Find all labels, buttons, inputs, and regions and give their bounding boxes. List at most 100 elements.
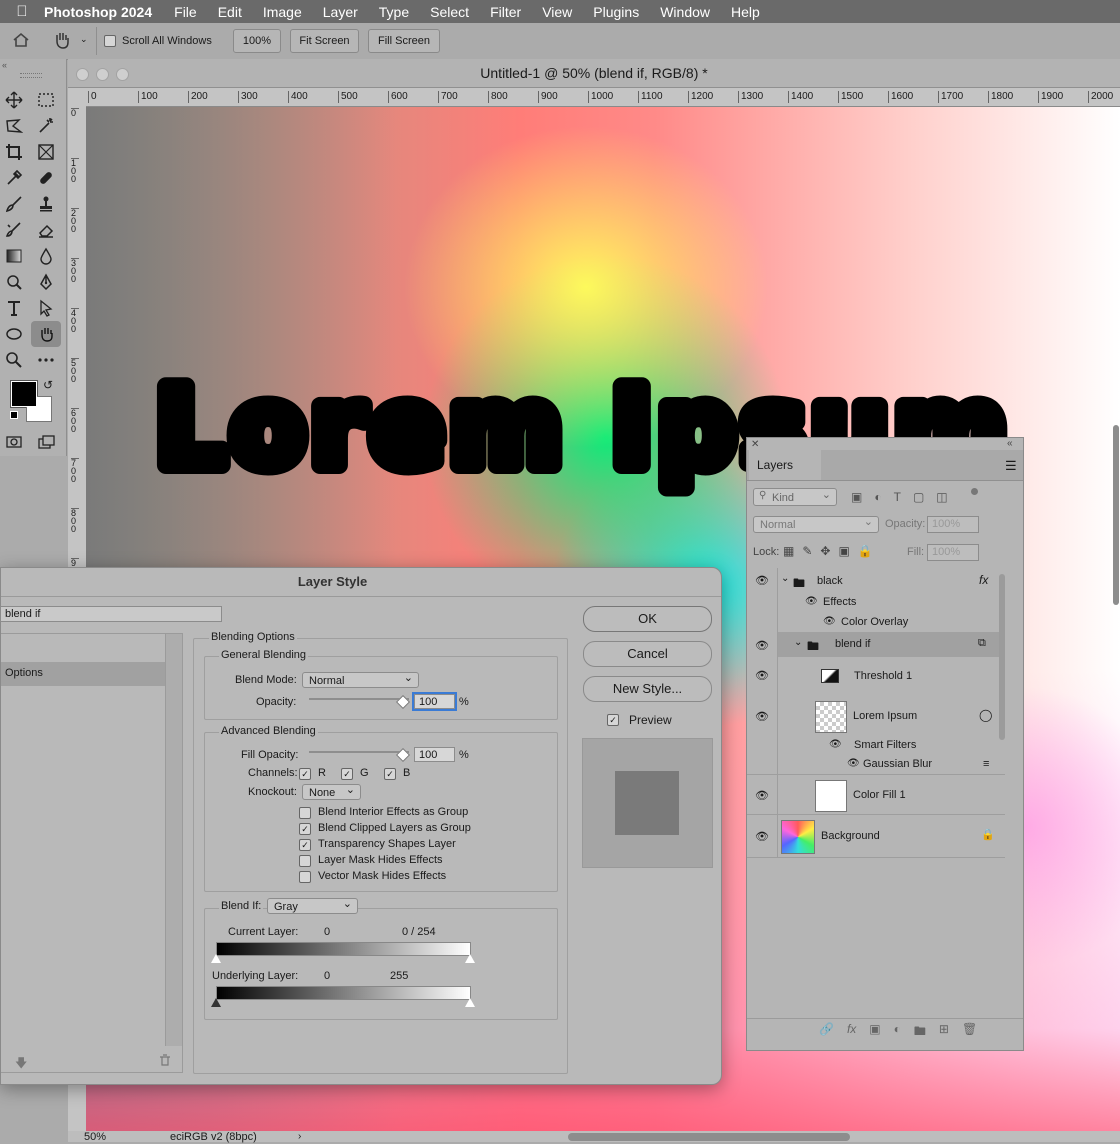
eye-icon[interactable]: 👁 bbox=[755, 574, 769, 587]
filter-options-icon[interactable]: ≡ bbox=[983, 758, 989, 770]
menu-edit[interactable]: Edit bbox=[218, 4, 242, 20]
shape-filter-icon[interactable]: ▢ bbox=[913, 490, 924, 504]
fill-opacity-input[interactable]: 100 bbox=[414, 747, 455, 762]
layer-row-color-fill[interactable]: 👁 Color Fill 1 bbox=[747, 774, 1005, 815]
current-layer-gradient[interactable] bbox=[216, 942, 471, 956]
chevron-down-icon[interactable]: ⌄ bbox=[781, 573, 789, 584]
eye-icon[interactable]: 👁 bbox=[755, 669, 769, 682]
blend-interior-checkbox[interactable] bbox=[299, 807, 311, 819]
menu-type[interactable]: Type bbox=[379, 4, 409, 20]
horizontal-ruler[interactable]: 0 100 200 300 400 500 600 700 800 900 1000 1100 1200… bbox=[86, 88, 1120, 107]
opacity-input[interactable]: 100 bbox=[412, 692, 457, 711]
eye-icon[interactable]: 👁 bbox=[755, 789, 769, 802]
history-brush-icon[interactable] bbox=[3, 219, 25, 241]
move-tool-icon[interactable] bbox=[3, 89, 25, 111]
fx-icon[interactable]: fx bbox=[979, 573, 988, 587]
brush-tool-icon[interactable] bbox=[3, 193, 25, 215]
foreground-color-front[interactable] bbox=[11, 381, 37, 407]
menu-filter[interactable]: Filter bbox=[490, 4, 521, 20]
menu-file[interactable]: File bbox=[174, 4, 197, 20]
layer-row-threshold[interactable]: 👁 Threshold 1 bbox=[747, 657, 1005, 695]
fill-opacity-slider[interactable] bbox=[309, 751, 409, 753]
app-menu[interactable]: Photoshop 2024 bbox=[44, 4, 152, 20]
pen-tool-icon[interactable] bbox=[35, 271, 57, 293]
eye-icon[interactable]: 👁 bbox=[847, 758, 860, 769]
type-tool-icon[interactable] bbox=[3, 297, 25, 319]
layer-row-color-overlay[interactable]: 👁 Color Overlay bbox=[747, 612, 1005, 632]
zoom-level[interactable]: 50% bbox=[84, 1131, 106, 1144]
layer-row-background[interactable]: 👁 Background 🔒 bbox=[747, 814, 1005, 858]
channel-r-checkbox[interactable]: ✓ bbox=[299, 768, 311, 780]
eye-icon[interactable]: 👁 bbox=[755, 710, 769, 723]
style-name-input[interactable]: blend if bbox=[0, 606, 222, 622]
new-group-icon[interactable]: 🖿 bbox=[914, 1022, 926, 1043]
close-panel-icon[interactable]: ✕ bbox=[751, 439, 759, 450]
image-filter-icon[interactable]: ▣ bbox=[851, 490, 862, 504]
blend-if-select[interactable]: Gray bbox=[267, 896, 358, 914]
gradient-tool-icon[interactable] bbox=[3, 245, 25, 267]
quick-mask-icon[interactable] bbox=[3, 431, 25, 453]
hand-tool-icon[interactable] bbox=[52, 30, 72, 53]
ok-button[interactable]: OK bbox=[583, 606, 712, 632]
layer-row-gaussian-blur[interactable]: 👁 Gaussian Blur ≡ bbox=[747, 754, 1005, 774]
new-layer-icon[interactable]: ⊞ bbox=[939, 1022, 949, 1043]
grip-handle[interactable] bbox=[20, 73, 42, 78]
adjustment-filter-icon[interactable]: ◐ bbox=[874, 490, 881, 504]
transparency-shapes-checkbox[interactable]: ✓ bbox=[299, 839, 311, 851]
swap-colors-icon[interactable]: ↺ bbox=[43, 378, 53, 392]
move-down-icon[interactable]: 🡇 bbox=[15, 1054, 27, 1075]
underlying-layer-gradient[interactable] bbox=[216, 986, 471, 1000]
cancel-button[interactable]: Cancel bbox=[583, 641, 712, 667]
layer-row-effects[interactable]: 👁 Effects bbox=[747, 592, 1005, 612]
new-adjustment-icon[interactable]: ◐ bbox=[894, 1022, 901, 1043]
zoom-tool-icon[interactable] bbox=[3, 349, 25, 371]
layers-scrollbar[interactable] bbox=[999, 574, 1005, 740]
lasso-tool-icon[interactable] bbox=[3, 115, 25, 137]
eye-icon[interactable]: 👁 bbox=[823, 616, 836, 627]
layer-mask-hides-checkbox[interactable] bbox=[299, 855, 311, 867]
layer-row-smart-filters[interactable]: 👁 Smart Filters bbox=[747, 736, 1005, 754]
filter-name[interactable]: Gaussian Blur bbox=[863, 758, 932, 770]
filter-toggle[interactable] bbox=[971, 488, 978, 495]
chevron-down-icon[interactable]: ⌄ bbox=[80, 34, 88, 45]
layer-row-blend-if[interactable]: ⌄ 🖿 blend if ⧉ bbox=[778, 632, 1005, 657]
smart-filter-icon[interactable]: ◯ bbox=[979, 708, 992, 722]
link-layers-icon[interactable]: 🔗 bbox=[819, 1022, 834, 1043]
list-item-options[interactable]: Options bbox=[1, 662, 165, 686]
eye-icon[interactable]: 👁 bbox=[829, 739, 842, 750]
collapse-icon[interactable]: « bbox=[2, 60, 7, 70]
chevron-down-icon[interactable]: ⌄ bbox=[794, 637, 802, 648]
add-mask-icon[interactable]: ▣ bbox=[869, 1022, 880, 1043]
horizontal-scrollbar[interactable] bbox=[568, 1133, 850, 1141]
layer-name[interactable]: Background bbox=[821, 830, 880, 842]
menu-plugins[interactable]: Plugins bbox=[593, 4, 639, 20]
vector-mask-hides-checkbox[interactable] bbox=[299, 871, 311, 883]
blend-clipped-checkbox[interactable]: ✓ bbox=[299, 823, 311, 835]
dodge-tool-icon[interactable] bbox=[3, 271, 25, 293]
screen-mode-icon[interactable] bbox=[35, 431, 57, 453]
opacity-slider[interactable] bbox=[309, 698, 409, 700]
eye-icon[interactable]: 👁 bbox=[755, 830, 769, 843]
blend-mode-select[interactable]: Normal bbox=[302, 670, 419, 688]
layer-name[interactable]: Color Fill 1 bbox=[853, 789, 906, 801]
add-style-fx-icon[interactable]: fx bbox=[847, 1022, 856, 1043]
preview-checkbox[interactable]: ✓ bbox=[607, 714, 619, 726]
eye-icon[interactable]: 👁 bbox=[805, 596, 818, 607]
layer-opacity-input[interactable]: 100% bbox=[927, 516, 979, 533]
menu-layer[interactable]: Layer bbox=[323, 4, 358, 20]
delete-style-icon[interactable] bbox=[159, 1054, 171, 1069]
menu-image[interactable]: Image bbox=[263, 4, 302, 20]
layer-name[interactable]: Threshold 1 bbox=[854, 670, 912, 682]
menu-help[interactable]: Help bbox=[731, 4, 760, 20]
chevron-right-icon[interactable]: › bbox=[298, 1130, 301, 1143]
current-layer-black-handle[interactable] bbox=[211, 954, 221, 963]
marquee-tool-icon[interactable] bbox=[35, 89, 57, 111]
type-filter-icon[interactable]: T bbox=[894, 490, 901, 504]
default-colors-icon[interactable] bbox=[10, 411, 18, 419]
more-tools-icon[interactable] bbox=[35, 349, 57, 371]
hand-tool-active-icon[interactable] bbox=[31, 321, 61, 347]
layer-name[interactable]: black bbox=[817, 575, 843, 587]
blur-tool-icon[interactable] bbox=[35, 245, 57, 267]
underlying-black-handle[interactable] bbox=[211, 998, 221, 1007]
eye-icon[interactable]: 👁 bbox=[755, 639, 769, 652]
